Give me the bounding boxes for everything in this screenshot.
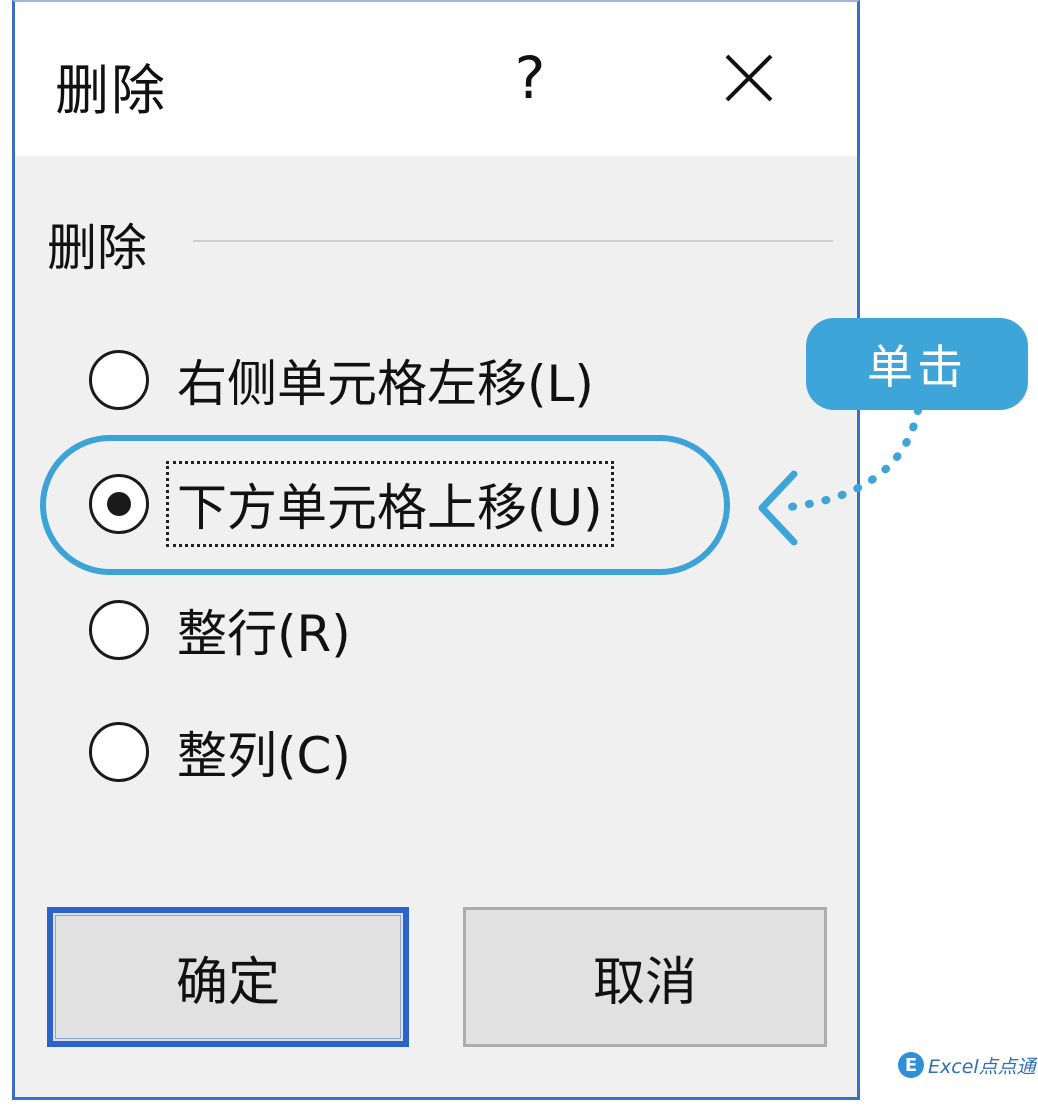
option-label: 下方单元格上移(U) [166, 461, 614, 547]
option-entire-row[interactable]: 整行(R) [89, 590, 357, 670]
radio-entire-column[interactable] [89, 722, 149, 782]
close-button[interactable] [713, 42, 785, 114]
cancel-button[interactable]: 取消 [463, 907, 827, 1047]
radio-shift-up[interactable] [89, 474, 149, 534]
group-divider [193, 240, 833, 242]
radio-shift-left[interactable] [89, 350, 149, 410]
option-shift-left[interactable]: 右侧单元格左移(L) [89, 340, 600, 420]
delete-dialog: 删除 ? 删除 右侧单元格左移(L) 下方单元格上移(U) 整行(R) 整列(C… [12, 0, 860, 1100]
ok-button-focus-ring [55, 915, 401, 1039]
option-shift-up[interactable]: 下方单元格上移(U) [89, 461, 614, 547]
stage: 删除 ? 删除 右侧单元格左移(L) 下方单元格上移(U) 整行(R) 整列(C… [0, 0, 1038, 1112]
watermark-logo-icon: E [898, 1052, 924, 1078]
option-label: 整列(C) [177, 727, 351, 785]
close-icon [725, 54, 773, 102]
arrow-icon [758, 406, 922, 546]
option-label: 整行(R) [177, 605, 351, 663]
radio-entire-row[interactable] [89, 600, 149, 660]
option-label: 右侧单元格左移(L) [177, 355, 594, 413]
callout-bubble: 单击 [806, 318, 1028, 410]
help-button[interactable]: ? [500, 42, 560, 114]
ok-button[interactable]: 确定 [47, 907, 409, 1047]
title-bar: 删除 ? [15, 2, 857, 156]
option-entire-column[interactable]: 整列(C) [89, 712, 357, 792]
watermark: E Excel点点通 [898, 1050, 1036, 1080]
cancel-button-label: 取消 [592, 952, 697, 1013]
watermark-text: Excel点点通 [928, 1055, 1036, 1078]
dialog-title: 删除 [55, 59, 167, 122]
group-label: 删除 [47, 219, 147, 277]
